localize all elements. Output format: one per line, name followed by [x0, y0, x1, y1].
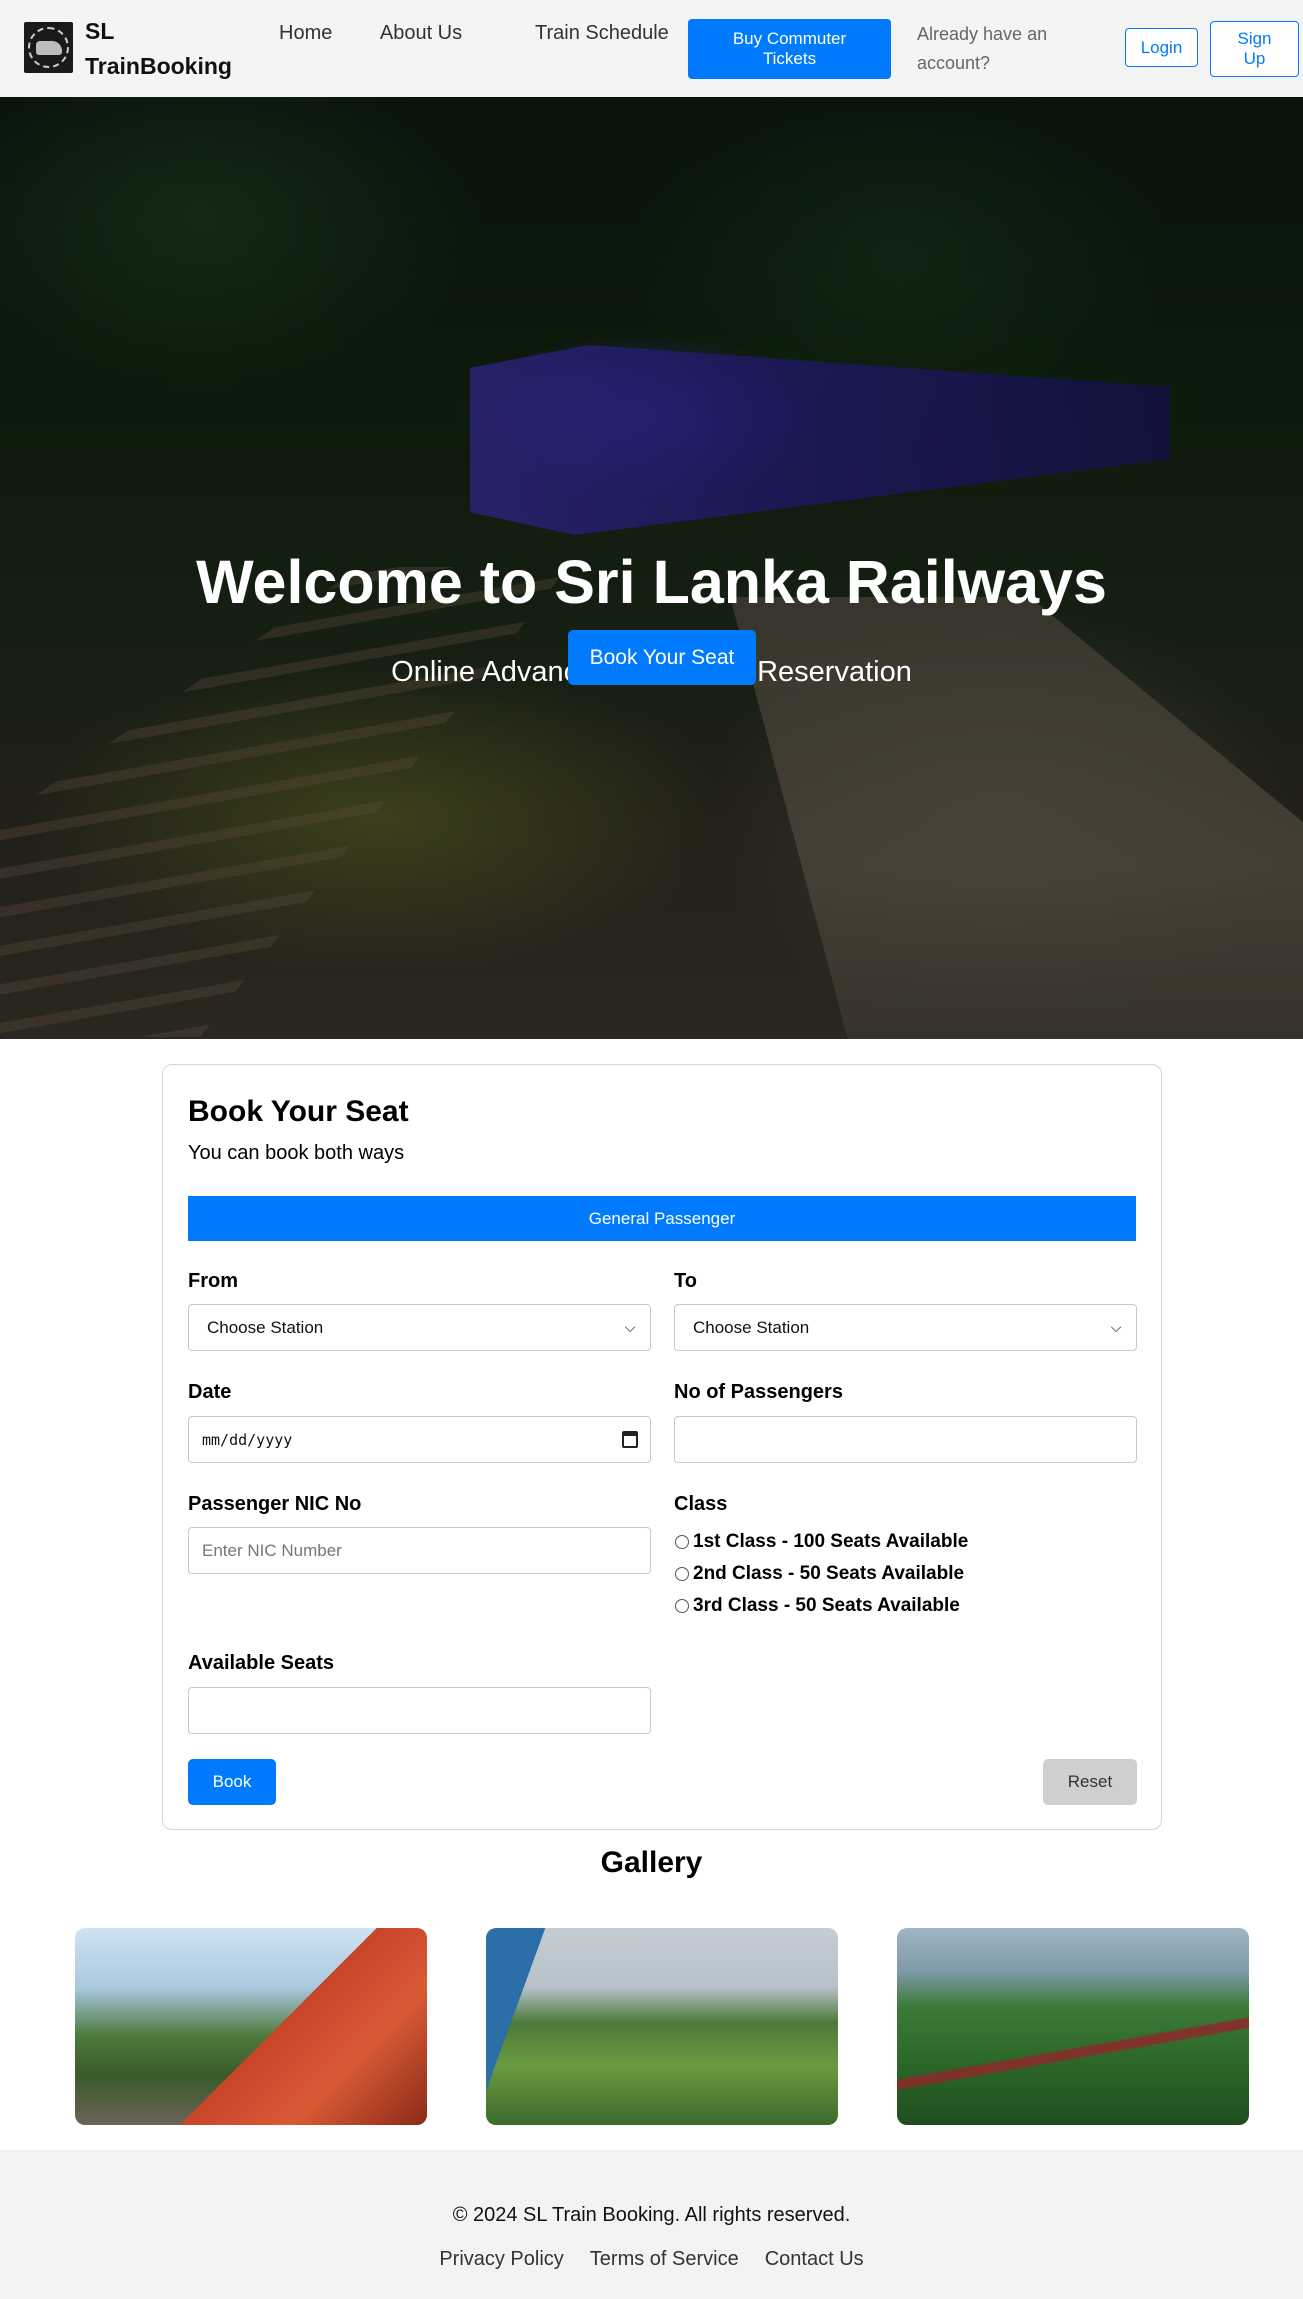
booking-title: Book Your Seat: [188, 1095, 409, 1128]
class-option-label: 2nd Class - 50 Seats Available: [693, 1563, 965, 1584]
train-emblem-icon: [35, 40, 62, 55]
signup-button[interactable]: Sign Up: [1210, 21, 1299, 77]
reset-button[interactable]: Reset: [1043, 1759, 1137, 1805]
date-input[interactable]: mm/dd/yyyy: [188, 1416, 651, 1463]
class-option-second[interactable]: 2nd Class - 50 Seats Available: [675, 1563, 964, 1585]
available-seats-label: Available Seats: [188, 1652, 335, 1674]
copyright-text: © 2024 SL Train Booking. All rights rese…: [452, 2204, 851, 2226]
class-label: Class: [674, 1493, 728, 1515]
available-seats-input[interactable]: [188, 1687, 651, 1734]
contact-us-link[interactable]: Contact Us: [765, 2248, 864, 2271]
nav-about-link[interactable]: About Us: [376, 17, 466, 49]
nine-arch-bridge-image: [897, 1928, 1249, 2125]
hero-banner: Welcome to Sri Lanka Railways Online Adv…: [0, 97, 1303, 1039]
account-prompt: Already have an account?: [917, 24, 1048, 73]
footer: © 2024 SL Train Booking. All rights rese…: [0, 2150, 1303, 2299]
terms-of-service-link[interactable]: Terms of Service: [590, 2248, 739, 2271]
brand-name[interactable]: SL TrainBooking: [85, 14, 245, 84]
general-passenger-tab[interactable]: General Passenger: [188, 1196, 1136, 1241]
nic-input-placeholder: Enter NIC Number: [202, 1540, 342, 1560]
class-option-label: 3rd Class - 50 Seats Available: [693, 1595, 960, 1616]
chevron-down-icon: ⌵: [1110, 1318, 1122, 1335]
class-option-label: 1st Class - 100 Seats Available: [693, 1531, 969, 1552]
nav-home-link[interactable]: Home: [279, 17, 332, 49]
chevron-down-icon: ⌵: [624, 1318, 636, 1335]
from-station-value: Choose Station: [207, 1317, 324, 1337]
radio-second-class[interactable]: [675, 1567, 689, 1581]
passengers-label: No of Passengers: [674, 1381, 843, 1403]
to-label: To: [674, 1270, 697, 1292]
from-label: From: [188, 1270, 238, 1292]
logo-ring: [28, 27, 69, 68]
radio-first-class[interactable]: [675, 1535, 689, 1549]
booking-subtitle: You can book both ways: [188, 1142, 405, 1164]
navbar: SL TrainBooking Home About Us Train Sche…: [0, 0, 1303, 97]
booking-form-card: Book Your Seat You can book both ways Ge…: [162, 1064, 1162, 1830]
passengers-input[interactable]: [674, 1416, 1137, 1463]
class-option-third[interactable]: 3rd Class - 50 Seats Available: [675, 1595, 960, 1617]
radio-third-class[interactable]: [675, 1599, 689, 1613]
train-side-window-image: [75, 1928, 427, 2125]
hero-title: Welcome to Sri Lanka Railways: [196, 548, 1107, 616]
class-option-first[interactable]: 1st Class - 100 Seats Available: [675, 1531, 968, 1553]
to-station-select[interactable]: Choose Station ⌵: [674, 1304, 1137, 1351]
nic-label: Passenger NIC No: [188, 1493, 362, 1515]
tea-estate-train-image: [486, 1928, 838, 2125]
date-label: Date: [188, 1381, 232, 1403]
footer-links: Privacy Policy Terms of Service Contact …: [0, 2248, 1303, 2271]
to-station-value: Choose Station: [693, 1317, 810, 1337]
nic-input[interactable]: Enter NIC Number: [188, 1527, 651, 1574]
nav-train-schedule-link[interactable]: Train Schedule: [535, 17, 669, 49]
login-button[interactable]: Login: [1125, 28, 1198, 67]
buy-commuter-tickets-button[interactable]: Buy Commuter Tickets: [688, 19, 891, 79]
gallery-title: Gallery: [600, 1846, 703, 1879]
from-station-select[interactable]: Choose Station ⌵: [188, 1304, 651, 1351]
privacy-policy-link[interactable]: Privacy Policy: [439, 2248, 563, 2271]
book-button[interactable]: Book: [188, 1759, 276, 1805]
calendar-icon[interactable]: [622, 1431, 638, 1448]
date-input-value: mm/dd/yyyy: [202, 1430, 293, 1449]
hero-book-seat-button[interactable]: Book Your Seat: [568, 630, 756, 685]
logo-icon[interactable]: [24, 22, 73, 73]
